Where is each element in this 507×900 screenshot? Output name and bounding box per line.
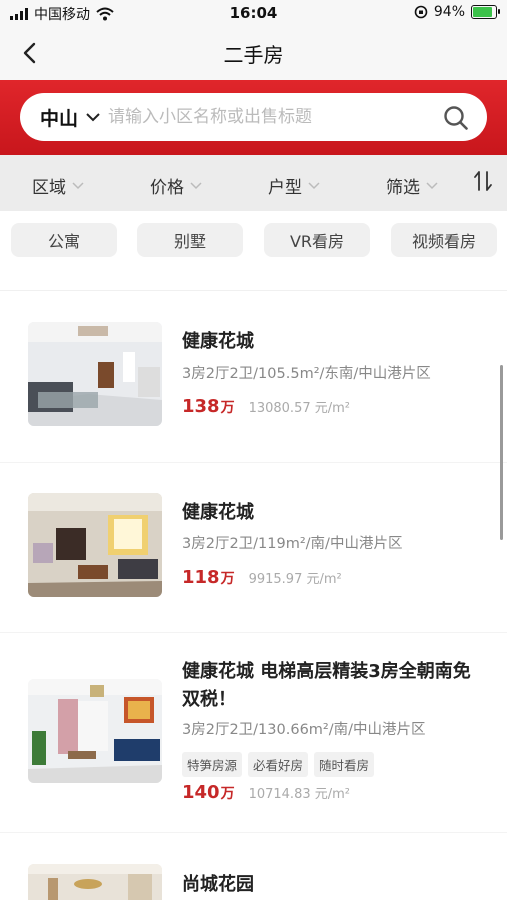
listing-title[interactable]: 健康花城 [182,328,482,356]
price-unit: 万 [220,786,235,802]
chevron-down-icon[interactable] [86,112,100,122]
page-title: 二手房 [223,43,284,67]
listing-photo[interactable] [28,493,162,597]
price-unit: 万 [220,400,235,416]
sort-icon[interactable] [473,169,493,197]
listing-info: 3房2厅2卫/105.5m²/东南/中山港片区 [182,366,431,382]
tag-chips: 公寓 别墅 VR看房 视频看房 [0,211,507,269]
tag-apartment[interactable]: 公寓 [11,223,117,257]
nav-bar: 二手房 [0,26,507,80]
unit-price: 13080.57 元/m² [248,401,350,416]
listing-title[interactable]: 健康花城 电梯高层精装3房全朝南免双税！ [182,658,482,714]
chevron-down-icon [426,181,438,189]
search-icon[interactable] [443,105,469,135]
filter-price[interactable]: 价格 [150,173,202,198]
price-value: 140 [182,782,220,803]
search-input[interactable] [108,107,419,127]
battery-fill [473,7,492,17]
listing-photo[interactable] [28,679,162,783]
status-right: 94% [414,4,500,20]
listing-tag: 特笋房源 [182,752,243,777]
listing-tag: 随时看房 [314,752,375,777]
scrollbar[interactable] [500,365,503,540]
search-header: 中山 [0,80,507,155]
listing-price: 138 万 13080.57 元/m² [182,396,350,417]
city-selector[interactable]: 中山 [40,104,78,131]
orientation-lock-icon [414,5,428,19]
filter-bar: 区域 价格 户型 筛选 [0,155,507,211]
listing-tag: 必看好房 [248,752,309,777]
listing-tags: 特笋房源 必看好房 随时看房 [182,752,375,777]
tag-vr[interactable]: VR看房 [264,223,370,257]
filter-more-label: 筛选 [386,178,420,198]
unit-price: 10714.83 元/m² [248,787,350,802]
filter-price-label: 价格 [150,178,184,198]
filter-area-label: 区域 [32,178,66,198]
chevron-down-icon [190,181,202,189]
divider [0,832,507,833]
tag-video[interactable]: 视频看房 [391,223,497,257]
divider [0,290,507,291]
price-value: 138 [182,396,220,417]
listing-price: 140 万 10714.83 元/m² [182,782,350,803]
battery-percent: 94% [433,4,465,20]
listing-photo[interactable] [28,864,162,900]
listing-info: 3房2厅2卫/130.66m²/南/中山港片区 [182,722,426,738]
filter-layout[interactable]: 户型 [268,173,320,198]
divider [0,462,507,463]
listing-photo[interactable] [28,322,162,426]
divider [0,632,507,633]
price-unit: 万 [220,571,235,587]
filter-layout-label: 户型 [268,178,302,198]
tag-villa[interactable]: 别墅 [137,223,243,257]
status-bar: 中国移动 16:04 94% [0,0,507,26]
unit-price: 9915.97 元/m² [248,572,342,587]
listing-price: 118 万 9915.97 元/m² [182,567,342,588]
filter-area[interactable]: 区域 [32,173,84,198]
chevron-down-icon [308,181,320,189]
filter-more[interactable]: 筛选 [386,173,438,198]
search-box: 中山 [20,93,487,141]
listing-title[interactable]: 健康花城 [182,499,482,527]
listing-info: 3房2厅2卫/119m²/南/中山港片区 [182,536,403,552]
battery-icon [471,5,500,19]
chevron-down-icon [72,181,84,189]
listing-title[interactable]: 尚城花园 [182,871,482,899]
price-value: 118 [182,567,220,588]
